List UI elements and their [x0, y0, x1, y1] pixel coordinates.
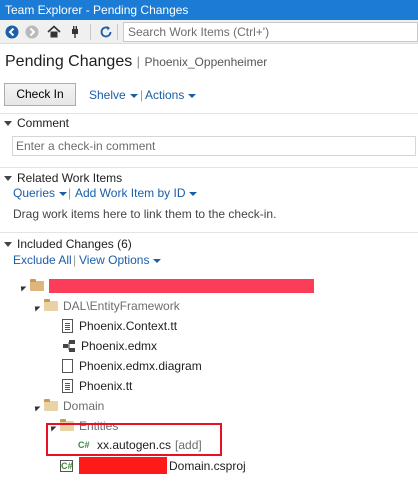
tree-item-root-folder[interactable]: [16, 277, 314, 295]
redaction-bar: [79, 457, 167, 474]
shelve-label[interactable]: Shelve: [89, 88, 126, 102]
check-in-comment-input[interactable]: Enter a check-in comment: [12, 136, 416, 156]
folder-label: Domain: [63, 399, 105, 413]
check-in-button[interactable]: Check In: [4, 83, 76, 106]
file-label: Domain.csproj: [169, 459, 246, 473]
chevron-down-icon[interactable]: [188, 93, 197, 98]
text-file-icon: [62, 379, 73, 393]
search-input[interactable]: Search Work Items (Ctrl+'): [123, 22, 418, 42]
page-title-text: Pending Changes: [5, 53, 133, 70]
shelve-menu[interactable]: Shelve: [89, 88, 138, 102]
expand-triangle-icon[interactable]: [16, 281, 27, 291]
chevron-down-icon[interactable]: [153, 258, 162, 263]
workspace-name: Phoenix_Oppenheimer: [144, 55, 268, 69]
chevron-down-icon[interactable]: [59, 191, 68, 196]
refresh-icon[interactable]: [98, 24, 114, 40]
comment-heading: Comment: [17, 116, 70, 130]
file-label: Phoenix.Context.tt: [79, 319, 178, 333]
included-changes-header[interactable]: Included Changes (6): [0, 235, 132, 253]
chevron-down-icon[interactable]: [129, 93, 138, 98]
view-options-menu[interactable]: View Options: [79, 253, 162, 267]
queries-menu[interactable]: Queries: [13, 186, 68, 200]
actions-menu[interactable]: Actions: [145, 88, 197, 102]
page-title: Pending Changes | Phoenix_Oppenheimer: [5, 53, 267, 71]
related-separator: |: [68, 186, 72, 200]
action-separator: |: [140, 88, 144, 102]
window-title: Team Explorer - Pending Changes: [0, 0, 418, 20]
file-label: Phoenix.edmx: [81, 339, 158, 353]
chevron-down-icon[interactable]: [189, 191, 198, 196]
exclude-all-link[interactable]: Exclude All: [13, 253, 72, 267]
actions-label[interactable]: Actions: [145, 88, 184, 102]
tree-item-file[interactable]: Phoenix.tt: [62, 377, 132, 395]
toolbar: Search Work Items (Ctrl+'): [0, 20, 418, 44]
back-arrow-icon[interactable]: [4, 24, 20, 40]
tree-item-domain-folder[interactable]: Domain: [30, 397, 105, 415]
tree-item-file[interactable]: Phoenix.Context.tt: [62, 317, 177, 335]
collapse-triangle-icon[interactable]: [4, 120, 12, 126]
related-work-items-header[interactable]: Related Work Items: [0, 169, 122, 187]
add-work-item-label[interactable]: Add Work Item by ID: [75, 186, 185, 200]
expand-triangle-icon[interactable]: [30, 301, 41, 311]
file-icon: [62, 359, 73, 373]
home-icon[interactable]: [46, 24, 62, 40]
entity-model-icon: [62, 339, 76, 353]
text-file-icon: [62, 319, 73, 333]
expand-triangle-icon[interactable]: [30, 401, 41, 411]
included-heading: Included Changes (6): [17, 237, 132, 251]
plug-icon[interactable]: [67, 24, 83, 40]
included-separator: |: [73, 253, 77, 267]
title-separator: |: [136, 54, 141, 69]
tree-item-file[interactable]: Phoenix.edmx: [62, 337, 157, 355]
drag-hint: Drag work items here to link them to the…: [13, 207, 277, 221]
folder-icon: [44, 299, 58, 311]
highlight-box: [46, 423, 222, 456]
folder-icon: [30, 279, 44, 291]
folder-label: DAL\EntityFramework: [63, 299, 180, 313]
tree-item-dal-folder[interactable]: DAL\EntityFramework: [30, 297, 180, 315]
file-label: Phoenix.edmx.diagram: [79, 359, 202, 373]
collapse-triangle-icon[interactable]: [4, 175, 12, 181]
collapse-triangle-icon[interactable]: [4, 241, 12, 247]
csharp-project-icon: C#: [60, 460, 73, 472]
tree-item-file[interactable]: Phoenix.edmx.diagram: [62, 357, 202, 375]
related-heading: Related Work Items: [17, 171, 123, 185]
comment-section-header[interactable]: Comment: [0, 114, 69, 132]
view-options-label[interactable]: View Options: [79, 253, 149, 267]
add-work-item-menu[interactable]: Add Work Item by ID: [75, 186, 198, 200]
forward-arrow-icon[interactable]: [24, 24, 40, 40]
folder-icon: [44, 399, 58, 411]
redacted-path: [49, 279, 314, 293]
queries-label[interactable]: Queries: [13, 186, 55, 200]
file-label: Phoenix.tt: [79, 379, 133, 393]
